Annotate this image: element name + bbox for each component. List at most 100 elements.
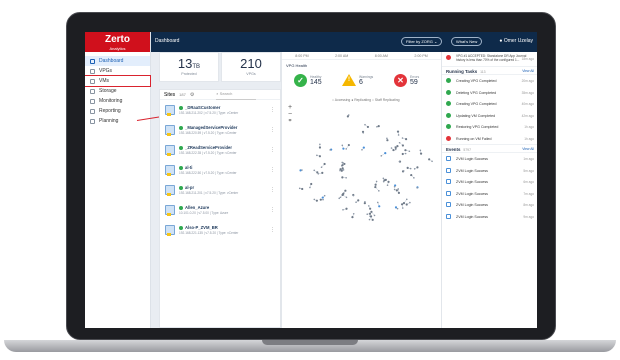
event-time: 6m ago [523,180,534,184]
vpg-node [345,148,348,150]
task-row[interactable]: Deleting VPG Completed 35m ago [442,87,537,99]
vpg-node-graph[interactable] [292,110,438,230]
search-input[interactable]: ⌕ Search [216,89,257,100]
task-row[interactable]: Creating VPG Completed 40m ago [442,98,537,110]
event-row[interactable]: ZVM Login Success 6m ago [442,176,537,188]
more-icon[interactable]: ⋮ [270,207,275,213]
vpg-node [384,152,387,155]
vpg-node [405,198,408,201]
sidebar-item-dashboard[interactable]: Dashboard [85,56,150,66]
more-icon[interactable]: ⋮ [270,227,275,233]
more-icon[interactable]: ⋮ [270,167,275,173]
task-row[interactable]: Updating VM Completed 42m ago [442,110,537,122]
zerto-logo[interactable]: Zerto Analytics [85,32,150,52]
errors-indicator[interactable]: ✕ Errors 59 [394,74,419,87]
time-axis: 8:00 PM 2:00 AM 8:00 AM 2:00 PM [282,52,441,60]
vpg-node [416,186,418,189]
event-row[interactable]: ZVM Login Success 9m ago [442,211,537,223]
event-row[interactable]: ZVM Login Success 7m ago [442,188,537,200]
vpg-node [341,167,344,170]
settings-icon[interactable]: ⚙ [190,90,194,100]
sidebar-item-reporting[interactable]: Reporting [85,106,150,116]
vpg-node [368,218,371,221]
alert-item[interactable]: VPG #1 ACCEPTED: Standalone DR App Journ… [442,52,537,66]
task-row[interactable]: Running on VM Failed 1h ago [442,133,537,145]
sites-header: Sites 187 ⚙ ⌕ Search [160,90,280,100]
task-row[interactable]: Restoring VPG Completed 1h ago [442,121,537,133]
site-name[interactable]: al-ti [185,165,192,170]
more-icon[interactable]: ⋮ [270,147,275,153]
more-icon[interactable]: ⋮ [270,127,275,133]
vpg-node [410,173,413,177]
site-icon [165,145,175,156]
site-name[interactable]: _ZReadServiceProvider [185,145,232,150]
site-row[interactable]: _ManagedServiceProvider 192.168.220.59 | … [160,120,280,140]
more-icon[interactable]: ⋮ [270,107,275,113]
sidebar-item-vms[interactable]: VMs [85,75,151,87]
event-icon [446,179,451,184]
vpg-node [398,141,401,144]
view-all-tasks-link[interactable]: View All [522,69,534,73]
vpg-node [402,170,405,172]
sidebar-item-vpgs[interactable]: VPGs [85,66,150,76]
sidebar-item-planning[interactable]: Planning [85,116,150,126]
site-row[interactable]: _DRaaSCustomer 192.168.211.202 | v7.5.20 … [160,100,280,120]
more-icon[interactable]: ⋮ [270,187,275,193]
report-icon [90,108,95,114]
task-status-icon [446,112,451,118]
vpg-node [393,188,396,191]
site-name[interactable]: Allen_Azure [185,205,209,210]
screen: Zerto Analytics Dashboard VPGs VMs Stora… [85,32,537,328]
map-legend: ○ Accessing ● Replicating ○ Staff Replic… [332,98,400,102]
event-row[interactable]: ZVM Login Success 1m ago [442,153,537,165]
site-name[interactable]: Also-P_ZVM_BR [185,225,218,230]
time-label: 8:00 AM [374,54,388,58]
site-name[interactable]: al-pr [185,185,194,190]
site-row[interactable]: al-pr 192.168.211.201 | v7.5.20 | Type: v… [160,180,280,200]
status-dot [179,125,183,130]
filter-dropdown[interactable]: Filter by ZORG ⌄ [401,37,443,46]
task-time: 20m ago [521,79,534,83]
vpg-node [428,158,431,161]
event-row[interactable]: ZVM Login Success 8m ago [442,199,537,211]
site-icon [165,105,175,116]
laptop-frame: Zerto Analytics Dashboard VPGs VMs Stora… [0,0,620,360]
vpg-node [382,180,385,183]
site-name[interactable]: _ManagedServiceProvider [185,125,237,130]
site-meta: 192.168.220.59 | v7.5.20 | Type: vCenter [179,131,237,135]
site-name[interactable]: _DRaaSCustomer [185,105,220,110]
time-label: 2:00 AM [335,54,349,58]
vpg-node [369,215,373,218]
event-label: ZVM Login Success [456,180,488,184]
site-row[interactable]: Also-P_ZVM_BR 192.168.221.135 | v7.5.20 |… [160,220,280,240]
vpg-node [352,194,355,197]
vpg-node [419,149,422,152]
error-icon: ✕ [394,74,407,87]
grid-icon [90,58,95,64]
task-time: 1h ago [524,125,534,129]
whats-new-button[interactable]: What's New [451,37,483,46]
healthy-indicator[interactable]: ✓ Healthy 145 [294,74,322,87]
task-row[interactable]: Creating VPG Completed 20m ago [442,75,537,87]
site-row[interactable]: al-ti 192.168.222.50 | v7.5.20 | Type: vC… [160,160,280,180]
site-row[interactable]: _ZReadServiceProvider 192.168.222.35 | v7… [160,140,280,160]
vpg-node [396,145,399,148]
vpg-node [361,148,363,151]
vpg-node [318,155,321,158]
sidebar-item-monitoring[interactable]: Monitoring [85,96,150,106]
warnings-indicator[interactable]: ! Warnings 6 [342,74,373,86]
sidebar-item-storage[interactable]: Storage [85,86,150,96]
user-menu[interactable]: ● Omer Uzelay [499,38,533,44]
vpg-node [317,173,320,175]
vpg-node [398,160,401,163]
vpg-node [323,162,326,166]
vpg-node [342,208,344,211]
view-all-events-link[interactable]: View All [522,147,534,151]
vpg-node [367,205,370,207]
vpg-node [341,176,344,179]
vpg-node [320,166,323,169]
event-row[interactable]: ZVM Login Success 5m ago [442,165,537,177]
vpg-node [375,180,378,183]
vpg-node [316,154,318,157]
site-row[interactable]: Allen_Azure 10.101.0.20 | v7.5.00 | Type:… [160,200,280,220]
